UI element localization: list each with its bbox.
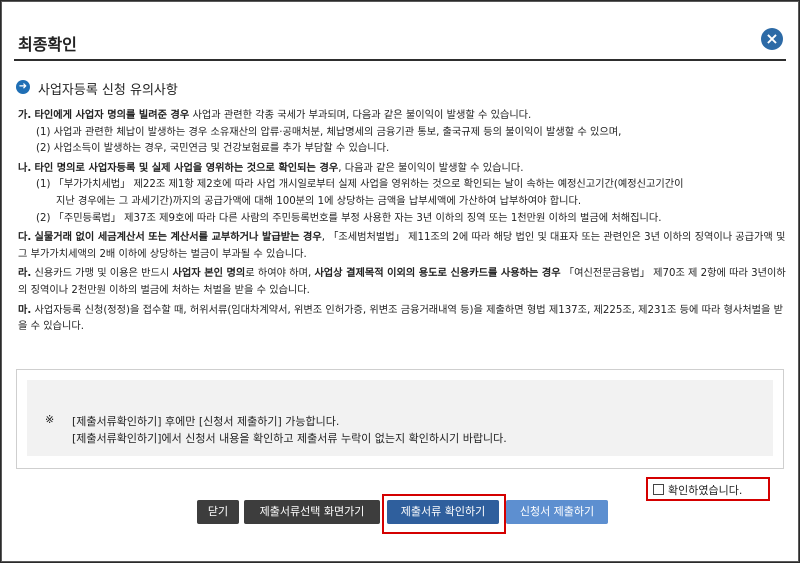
notice-prefix: 가. (18, 110, 32, 121)
notice-item-ga: 가. 타인에게 사업자 명의를 빌려준 경우 사업과 관련한 각종 국세가 부과… (18, 108, 788, 158)
arrow-right-circle-icon: ➜ (16, 80, 30, 94)
notice-lead: 사업상 결제목적 이외의 용도로 신용카드를 사용하는 경우 (314, 268, 561, 280)
notice-prefix: 라. (18, 268, 32, 280)
notice-prefix: 다. (18, 232, 32, 244)
confirm-checkbox-group[interactable]: 확인하였습니다. (646, 477, 770, 501)
info-box-inner: ※ [제출서류확인하기] 후에만 [신청서 제출하기] 가능합니다. [제출서류… (27, 380, 773, 456)
notice-sub-item-continued: 지난 경우에는 그 과세기간)까지의 공급가액에 대해 100분의 1에 상당하… (56, 195, 582, 207)
info-line-2: [제출서류확인하기]에서 신청서 내용을 확인하고 제출서류 누락이 없는지 확… (72, 432, 507, 445)
notice-sub-item: (2) 「주민등록법」 제37조 제9호에 따라 다른 사람의 주민등록번호를 … (36, 212, 662, 224)
verify-documents-button[interactable]: 제출서류 확인하기 (387, 500, 499, 524)
reference-mark: ※ (45, 413, 55, 426)
notice-text: 사업과 관련한 각종 국세가 부과되며, 다음과 같은 불이익이 발생할 수 있… (189, 110, 532, 121)
notice-prefix: 마. (18, 304, 32, 316)
dialog-header: 최종확인 × (2, 2, 798, 61)
close-button[interactable]: 닫기 (197, 500, 239, 524)
info-line-1: [제출서류확인하기] 후에만 [신청서 제출하기] 가능합니다. (72, 415, 340, 428)
notice-text: 로 하여야 하며, (245, 268, 315, 280)
final-confirm-dialog: 최종확인 × ➜ 사업자등록 신청 유의사항 가. 타인에게 사업자 명의를 빌… (1, 1, 799, 562)
dialog-title: 최종확인 (18, 35, 77, 54)
notice-lead: 실물거래 없이 세금계산서 또는 계산서를 교부하거나 발급받는 경우 (34, 232, 322, 244)
notice-lead: 타인에게 사업자 명의를 빌려준 경우 (34, 110, 190, 121)
notice-item-ma: 마. 사업자등록 신청(정정)을 접수할 때, 허위서류(임대차계약서, 위변조… (18, 303, 788, 336)
notice-item-ra: 라. 신용카드 가맹 및 이용은 반드시 사업자 본인 명의로 하여야 하며, … (18, 266, 788, 299)
notice-item-da: 다. 실물거래 없이 세금계산서 또는 계산서를 교부하거나 발급받는 경우, … (18, 230, 788, 263)
notice-sub-item: (1) 사업과 관련한 체납이 발생하는 경우 소유재산의 압류·공매처분, 체… (36, 126, 622, 138)
notice-text: 사업자등록 신청(정정)을 접수할 때, 허위서류(임대차계약서, 위변조 인허… (18, 304, 784, 333)
notice-list: 가. 타인에게 사업자 명의를 빌려준 경우 사업과 관련한 각종 국세가 부과… (18, 108, 788, 339)
section-title: 사업자등록 신청 유의사항 (38, 83, 178, 98)
info-box: ※ [제출서류확인하기] 후에만 [신청서 제출하기] 가능합니다. [제출서류… (16, 369, 784, 469)
header-divider (14, 59, 786, 61)
notice-text: , 다음과 같은 불이익이 발생할 수 있습니다. (338, 162, 524, 174)
notice-lead: 타인 명의로 사업자등록 및 실제 사업을 영위하는 것으로 확인되는 경우 (34, 162, 339, 174)
notice-prefix: 나. (18, 162, 32, 174)
notice-item-na: 나. 타인 명의로 사업자등록 및 실제 사업을 영위하는 것으로 확인되는 경… (18, 161, 788, 227)
confirm-checkbox[interactable] (653, 484, 664, 495)
close-icon[interactable]: × (761, 28, 783, 50)
notice-text: 신용카드 가맹 및 이용은 반드시 (31, 268, 173, 280)
notice-sub-item: (1) 「부가가치세법」 제22조 제1항 제2호에 따라 사업 개시일로부터 … (36, 179, 684, 191)
notice-sub-item: (2) 사업소득이 발생하는 경우, 국민연금 및 건강보험료를 추가 부담할 … (36, 143, 390, 155)
confirm-label[interactable]: 확인하였습니다. (668, 482, 742, 498)
notice-lead: 사업자 본인 명의 (172, 268, 246, 280)
select-documents-button[interactable]: 제출서류선택 화면가기 (244, 500, 380, 524)
submit-application-button[interactable]: 신청서 제출하기 (506, 500, 608, 524)
